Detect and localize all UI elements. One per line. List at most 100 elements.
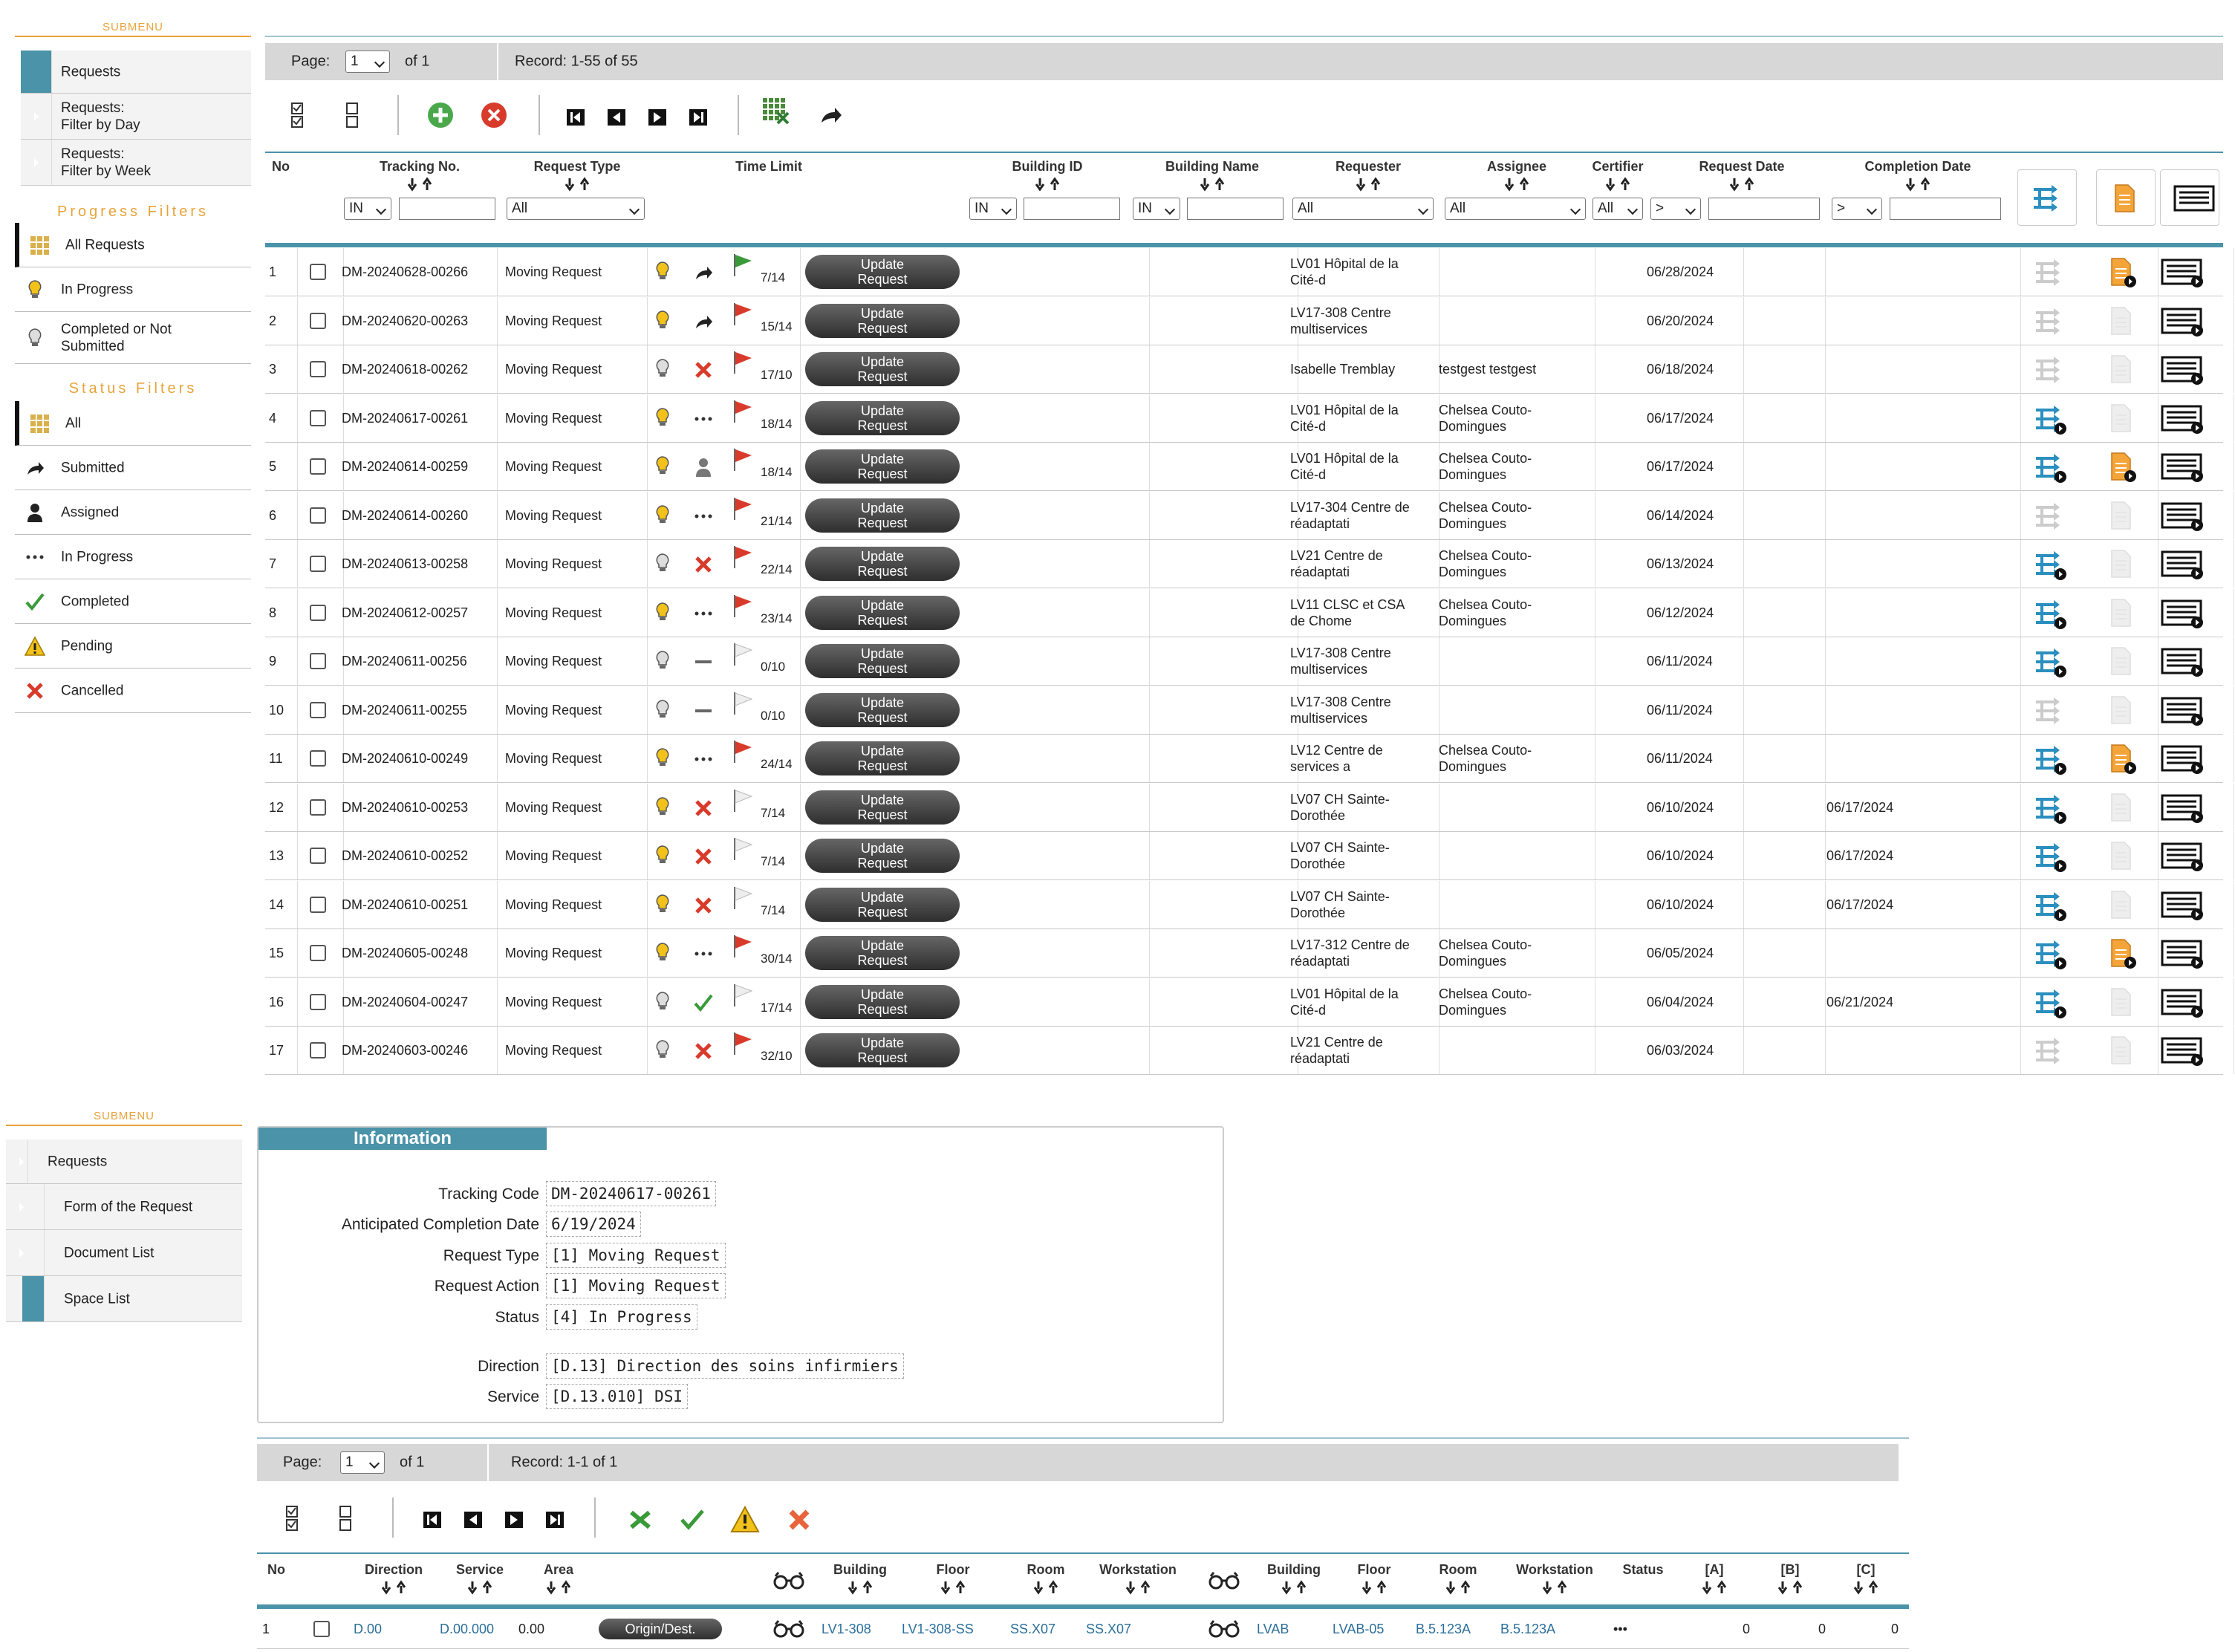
space-floor[interactable]: LV1-308-SS [902,1621,974,1637]
update-request-button[interactable]: Update Request [805,498,960,533]
update-request-button[interactable]: Update Request [805,741,960,775]
list-icon[interactable] [2161,646,2203,680]
space-building2[interactable]: LVAB [1257,1621,1289,1637]
col-completion-date[interactable]: Completion Date [1844,159,1992,175]
list-icon[interactable] [2161,257,2203,290]
request-date-operator-select[interactable]: > [1650,198,1701,220]
sort-arrows-icon[interactable] [465,1580,495,1595]
list-icon[interactable] [2161,695,2203,729]
document-icon[interactable] [2106,257,2136,290]
update-request-button[interactable]: Update Request [805,303,960,338]
sort-arrows-icon[interactable] [1032,177,1062,192]
space-col-workstation[interactable]: Workstation [1079,1562,1197,1578]
list-icon[interactable] [2161,938,2203,972]
bulk-list-button[interactable] [2160,169,2219,226]
link-icon[interactable] [2033,939,2067,972]
link-icon[interactable] [2033,647,2067,680]
sort-arrows-icon[interactable] [1197,177,1227,192]
tracking-number[interactable]: DM-20240620-00263 [342,313,468,329]
update-request-button[interactable]: Update Request [805,839,960,873]
update-request-button[interactable]: Update Request [805,936,960,970]
tracking-number[interactable]: DM-20240614-00260 [342,507,468,524]
document-icon[interactable] [2106,938,2136,972]
next-page-icon[interactable] [499,1505,529,1535]
update-request-button[interactable]: Update Request [805,790,960,825]
sort-arrows-icon[interactable] [938,1580,968,1595]
glasses-icon[interactable] [1208,1619,1240,1643]
link-icon[interactable] [2033,404,2067,438]
sort-arrows-icon[interactable] [1359,1580,1389,1595]
filter-all-requests[interactable]: All Requests [15,223,251,267]
request-date-filter-input[interactable] [1708,198,1820,220]
list-icon[interactable] [2161,501,2203,534]
sort-arrows-icon[interactable] [405,177,435,192]
unlink-green-icon[interactable] [625,1505,655,1535]
update-request-button[interactable]: Update Request [805,547,960,581]
prev-page-icon[interactable] [602,103,631,132]
check-all-icon[interactable] [284,100,314,130]
submenu-item-3[interactable]: Document List [6,1230,242,1276]
sort-arrows-icon[interactable] [562,177,592,192]
building-name-operator-select[interactable]: IN [1133,198,1180,220]
row-checkbox[interactable] [310,848,326,864]
space-room2[interactable]: B.5.123A [1416,1621,1471,1637]
col-requester[interactable]: Requester [1294,159,1442,175]
origin-dest-button[interactable]: Origin/Dest. [599,1619,722,1639]
row-checkbox[interactable] [310,1042,326,1058]
space-building[interactable]: LV1-308 [822,1621,871,1637]
update-request-button[interactable]: Update Request [805,352,960,386]
col-tracking[interactable]: Tracking No. [345,159,494,175]
completion-date-filter-input[interactable] [1890,198,2001,220]
submenu-item-2[interactable]: Requests: Filter by Day [21,94,251,140]
list-icon[interactable] [2161,793,2203,826]
document-icon[interactable] [2106,452,2136,485]
next-page-icon[interactable] [642,103,672,132]
list-icon[interactable] [2161,354,2203,388]
tracking-number[interactable]: DM-20240610-00252 [342,848,468,864]
first-page-icon[interactable] [417,1505,447,1535]
assignee-filter-select[interactable]: All [1445,198,1586,220]
row-checkbox[interactable] [310,361,326,377]
requester-filter-select[interactable]: All [1292,198,1434,220]
sort-arrows-icon[interactable] [1540,1580,1569,1595]
sort-arrows-icon[interactable] [379,1580,409,1595]
tracking-number[interactable]: DM-20240610-00251 [342,897,468,913]
bulk-document-button[interactable] [2096,169,2156,226]
row-checkbox[interactable] [310,993,326,1010]
sort-arrows-icon[interactable] [1603,177,1633,192]
sort-arrows-icon[interactable] [1279,1580,1309,1595]
submenu-item-1[interactable]: Requests [21,51,251,94]
col-request-date[interactable]: Request Date [1668,159,1816,175]
submenu-item-2[interactable]: Form of the Request [6,1184,242,1230]
update-request-button[interactable]: Update Request [805,449,960,484]
row-checkbox[interactable] [310,507,326,524]
sort-arrows-icon[interactable] [1903,177,1933,192]
filter-completed[interactable]: Completed [15,579,251,624]
space-service[interactable]: D.00.000 [440,1621,494,1637]
row-checkbox[interactable] [310,799,326,816]
space-row-checkbox[interactable] [313,1620,330,1637]
row-checkbox[interactable] [310,556,326,572]
link-icon[interactable] [2033,891,2067,924]
glasses-icon[interactable] [772,1570,805,1596]
cancel-icon[interactable] [784,1505,814,1535]
list-icon[interactable] [2161,744,2203,777]
list-icon[interactable] [2161,987,2203,1021]
col-building-name[interactable]: Building Name [1138,159,1286,175]
space-direction[interactable]: D.00 [354,1621,382,1637]
tracking-number[interactable]: DM-20240611-00255 [342,702,467,718]
space-floor2[interactable]: LVAB-05 [1333,1621,1384,1637]
tracking-number[interactable]: DM-20240618-00262 [342,361,468,377]
tracking-number[interactable]: DM-20240612-00257 [342,605,468,621]
col-request-type[interactable]: Request Type [503,159,651,175]
sort-arrows-icon[interactable] [1031,1580,1061,1595]
list-icon[interactable] [2161,452,2203,485]
filter-cancelled[interactable]: Cancelled [15,669,251,713]
certifier-filter-select[interactable]: All [1593,198,1643,220]
update-request-button[interactable]: Update Request [805,595,960,630]
col-building-id[interactable]: Building ID [973,159,1122,175]
tracking-operator-select[interactable]: IN [344,198,391,220]
bulk-link-button[interactable] [2017,169,2077,226]
update-request-button[interactable]: Update Request [805,644,960,678]
first-page-icon[interactable] [561,103,591,132]
